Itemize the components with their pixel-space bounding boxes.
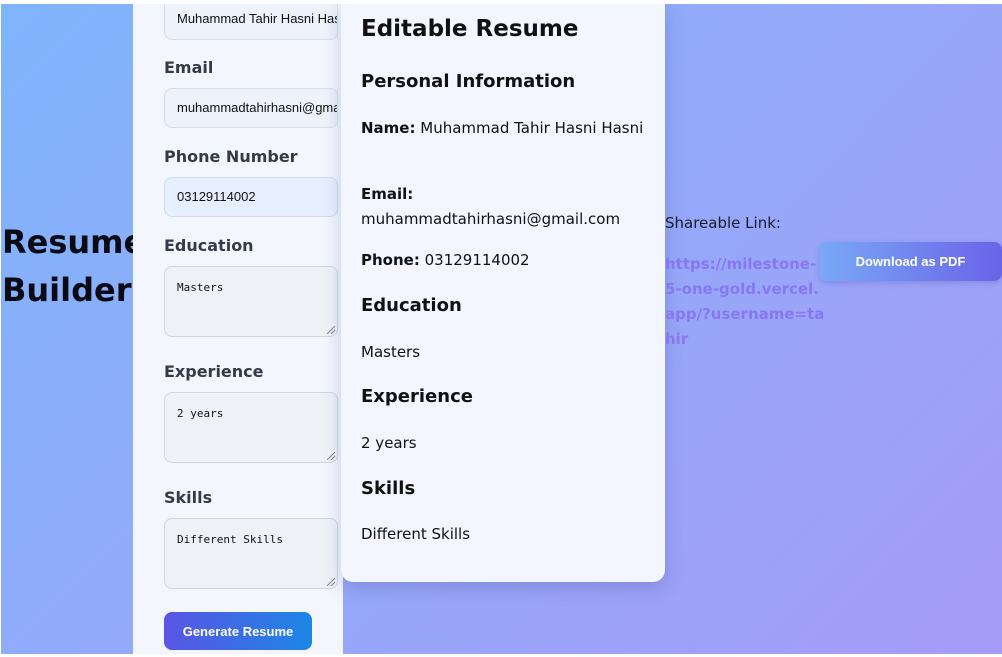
experience-heading: Experience: [361, 386, 473, 407]
email-label: Email:: [361, 185, 414, 203]
resume-title: Editable Resume: [361, 16, 579, 42]
phone-field[interactable]: 03129114002: [164, 177, 338, 217]
name-label: Name:: [361, 119, 416, 137]
phone-value: 03129114002: [424, 251, 530, 269]
email-label: Email: [164, 58, 214, 77]
personal-info-heading: Personal Information: [361, 71, 576, 92]
phone-label: Phone Number: [164, 147, 298, 166]
resize-grip-icon[interactable]: [327, 326, 335, 334]
email-field[interactable]: muhammadtahirhasni@gmail.com: [164, 88, 338, 128]
education-text: Masters: [177, 281, 224, 294]
education-value[interactable]: Masters: [361, 340, 661, 365]
resume-preview: Editable Resume Personal Information Nam…: [341, 4, 665, 582]
generate-resume-button[interactable]: Generate Resume: [164, 612, 312, 650]
phone-label: Phone:: [361, 251, 420, 269]
experience-value[interactable]: 2 years: [361, 431, 661, 456]
resume-phone[interactable]: Phone: 03129114002: [361, 248, 661, 273]
skills-textarea[interactable]: Different Skills: [164, 518, 338, 589]
education-textarea[interactable]: Masters: [164, 266, 338, 337]
email-value: muhammadtahirhasni@gmail.com: [361, 210, 621, 228]
resume-form: Muhammad Tahir Hasni Hasni Email muhamma…: [133, 4, 343, 654]
name-value: Muhammad Tahir Hasni Hasni: [420, 119, 644, 137]
skills-text: Different Skills: [177, 533, 283, 546]
skills-value[interactable]: Different Skills: [361, 522, 661, 547]
education-heading: Education: [361, 295, 462, 316]
name-field[interactable]: Muhammad Tahir Hasni Hasni: [164, 4, 338, 40]
skills-heading: Skills: [361, 478, 416, 499]
resume-email[interactable]: Email: muhammadtahirhasni@gmail.com: [361, 182, 661, 232]
education-label: Education: [164, 236, 254, 255]
shareable-link-label: Shareable Link:: [665, 214, 781, 232]
experience-label: Experience: [164, 362, 264, 381]
page-background: Resume Builder Muhammad Tahir Hasni Hasn…: [1, 4, 1002, 654]
download-pdf-button[interactable]: Download as PDF: [819, 242, 1002, 281]
page-title: Resume Builder: [2, 223, 146, 309]
resize-grip-icon[interactable]: [327, 578, 335, 586]
skills-label: Skills: [164, 488, 213, 507]
shareable-link[interactable]: https://milestone-5-one-gold.vercel.app/…: [665, 252, 825, 352]
resume-name[interactable]: Name: Muhammad Tahir Hasni Hasni: [361, 116, 661, 141]
experience-text: 2 years: [177, 407, 224, 420]
resize-grip-icon[interactable]: [327, 452, 335, 460]
experience-textarea[interactable]: 2 years: [164, 392, 338, 463]
